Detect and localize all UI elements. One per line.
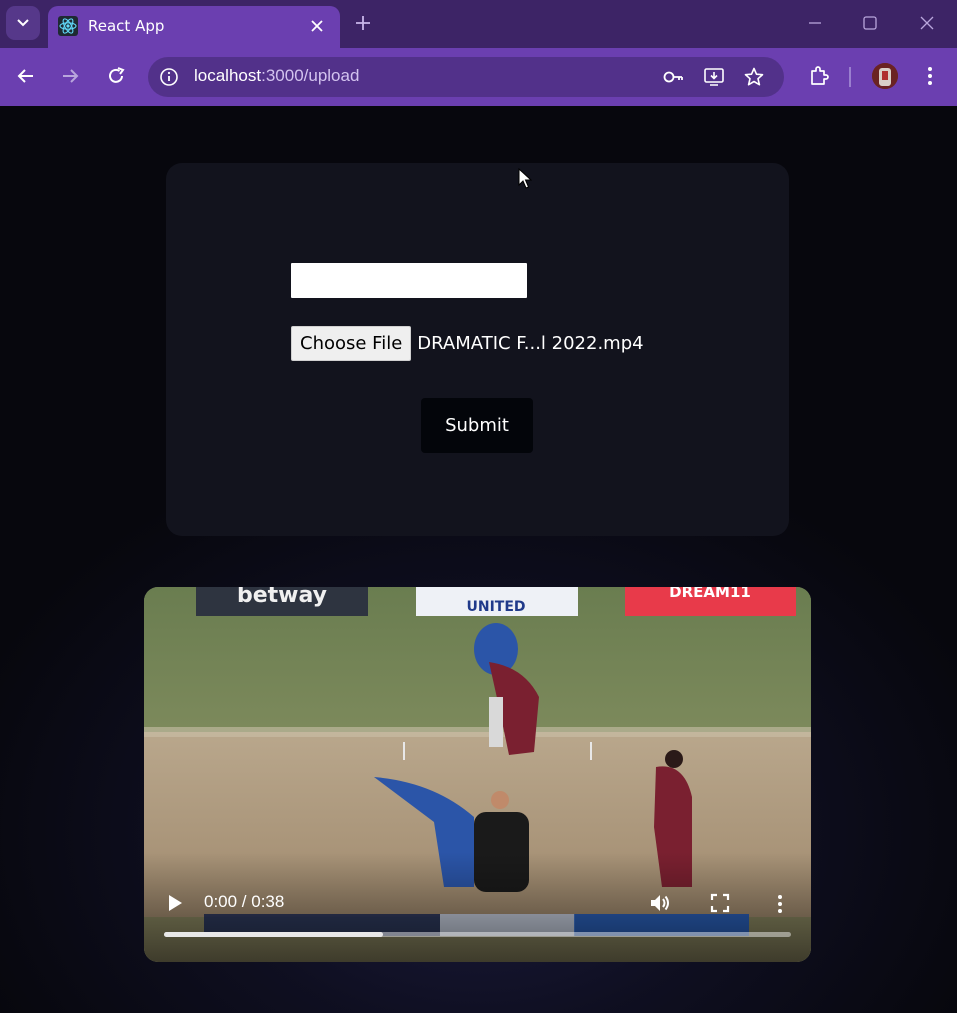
choose-file-button[interactable]: Choose File	[291, 325, 412, 361]
minimize-icon[interactable]	[806, 14, 824, 32]
back-icon[interactable]	[15, 65, 37, 87]
extensions-icon[interactable]	[807, 65, 829, 87]
browser-tab[interactable]: React App	[48, 6, 340, 48]
page-content: Choose File DRAMATIC F...l 2022.mp4 Subm…	[0, 106, 957, 1013]
chevron-down-icon	[17, 19, 29, 27]
tab-title: React App	[88, 17, 165, 35]
maximize-icon[interactable]	[861, 14, 879, 32]
react-logo-icon	[58, 16, 78, 36]
text-input[interactable]	[291, 263, 527, 298]
new-tab-icon[interactable]	[354, 14, 372, 32]
kebab-menu-icon[interactable]	[919, 65, 941, 87]
file-input[interactable]: Choose File DRAMATIC F...l 2022.mp4	[291, 325, 644, 361]
submit-button[interactable]: Submit	[421, 398, 533, 453]
reload-icon[interactable]	[105, 65, 127, 87]
site-info-icon[interactable]	[158, 66, 180, 88]
key-icon[interactable]	[662, 66, 684, 88]
svg-text:betway: betway	[237, 587, 327, 608]
close-window-icon[interactable]	[918, 14, 936, 32]
close-tab-icon[interactable]	[308, 17, 326, 35]
volume-icon[interactable]	[649, 892, 673, 914]
fullscreen-icon[interactable]	[710, 893, 730, 913]
star-icon[interactable]	[743, 66, 765, 88]
selected-file-name: DRAMATIC F...l 2022.mp4	[417, 332, 644, 354]
upload-form-card: Choose File DRAMATIC F...l 2022.mp4 Subm…	[166, 163, 789, 536]
forward-icon[interactable]	[59, 65, 81, 87]
install-app-icon[interactable]	[703, 66, 725, 88]
more-options-icon[interactable]	[774, 893, 786, 915]
svg-text:DREAM11: DREAM11	[669, 587, 751, 601]
play-icon[interactable]	[166, 893, 184, 913]
browser-tab-strip: React App	[0, 0, 957, 48]
address-bar[interactable]: localhost:3000/upload	[148, 57, 784, 97]
buffered-range	[164, 932, 384, 937]
url-host: localhost	[194, 66, 262, 85]
browser-toolbar: localhost:3000/upload	[0, 48, 957, 106]
address-url: localhost:3000/upload	[194, 66, 359, 86]
playback-time: 0:00 / 0:38	[204, 892, 285, 911]
tab-search-button[interactable]	[6, 6, 40, 40]
seek-bar[interactable]	[164, 932, 791, 937]
svg-text:UNITED: UNITED	[466, 599, 525, 615]
mouse-cursor-icon	[518, 168, 532, 189]
profile-picture-icon	[872, 63, 898, 89]
url-path: :3000/upload	[261, 66, 360, 85]
toolbar-divider	[849, 67, 851, 87]
avatar[interactable]	[872, 63, 898, 89]
video-player[interactable]: betway UNITED DREAM11 0:00 / 0:38	[144, 587, 811, 962]
